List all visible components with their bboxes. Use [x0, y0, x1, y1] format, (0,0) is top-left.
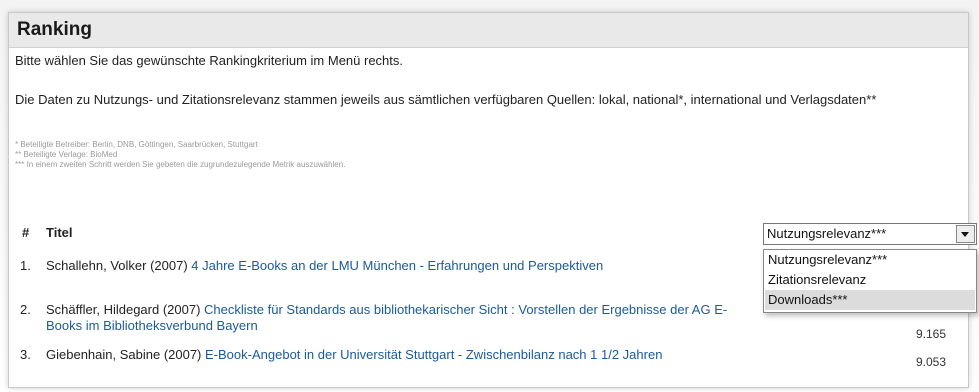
column-header-number: #	[22, 225, 30, 240]
title-link[interactable]: E-Book-Angebot in der Universität Stuttg…	[205, 347, 662, 362]
panel-header: Ranking	[9, 13, 968, 48]
row-author: Giebenhain, Sabine (2007)	[46, 347, 202, 362]
row-citation: Schallehn, Volker (2007) 4 Jahre E-Books…	[46, 258, 746, 274]
row-number: 1.	[20, 258, 31, 273]
column-header-title: Titel	[46, 225, 73, 240]
row-score: 9.165	[915, 327, 946, 341]
chevron-down-icon[interactable]	[956, 225, 975, 243]
row-number: 2.	[20, 302, 31, 317]
ranking-criterion-dropdown: Nutzungsrelevanz*** Zitationsrelevanz Do…	[763, 249, 977, 313]
row-score: 9.053	[915, 355, 946, 369]
page-title: Ranking	[17, 19, 92, 40]
option-nutzungsrelevanz[interactable]: Nutzungsrelevanz***	[765, 250, 975, 270]
row-author: Schallehn, Volker (2007)	[46, 258, 188, 273]
title-link[interactable]: 4 Jahre E-Books an der LMU München - Erf…	[191, 258, 603, 273]
row-author: Schäffler, Hildegard (2007)	[46, 302, 201, 317]
select-current-value: Nutzungsrelevanz***	[767, 226, 887, 241]
option-zitationsrelevanz[interactable]: Zitationsrelevanz	[765, 270, 975, 290]
intro-text: Bitte wählen Sie das gewünschte Rankingk…	[15, 53, 404, 68]
footnote-1: * Beteiligte Betreiber: Berlin, DNB, Göt…	[15, 140, 258, 149]
data-source-paragraph: Die Daten zu Nutzungs- und Zitationsrele…	[15, 92, 877, 107]
footnote-3: *** In einem zweiten Schritt werden Sie …	[15, 160, 346, 169]
row-citation: Giebenhain, Sabine (2007) E-Book-Angebot…	[46, 347, 746, 363]
option-downloads[interactable]: Downloads***	[765, 290, 975, 310]
footnote-2: ** Beteiligte Verlage: BioMed	[15, 150, 118, 159]
row-number: 3.	[20, 347, 31, 362]
ranking-criterion-select[interactable]: Nutzungsrelevanz***	[763, 223, 977, 245]
row-citation: Schäffler, Hildegard (2007) Checkliste f…	[46, 302, 746, 334]
